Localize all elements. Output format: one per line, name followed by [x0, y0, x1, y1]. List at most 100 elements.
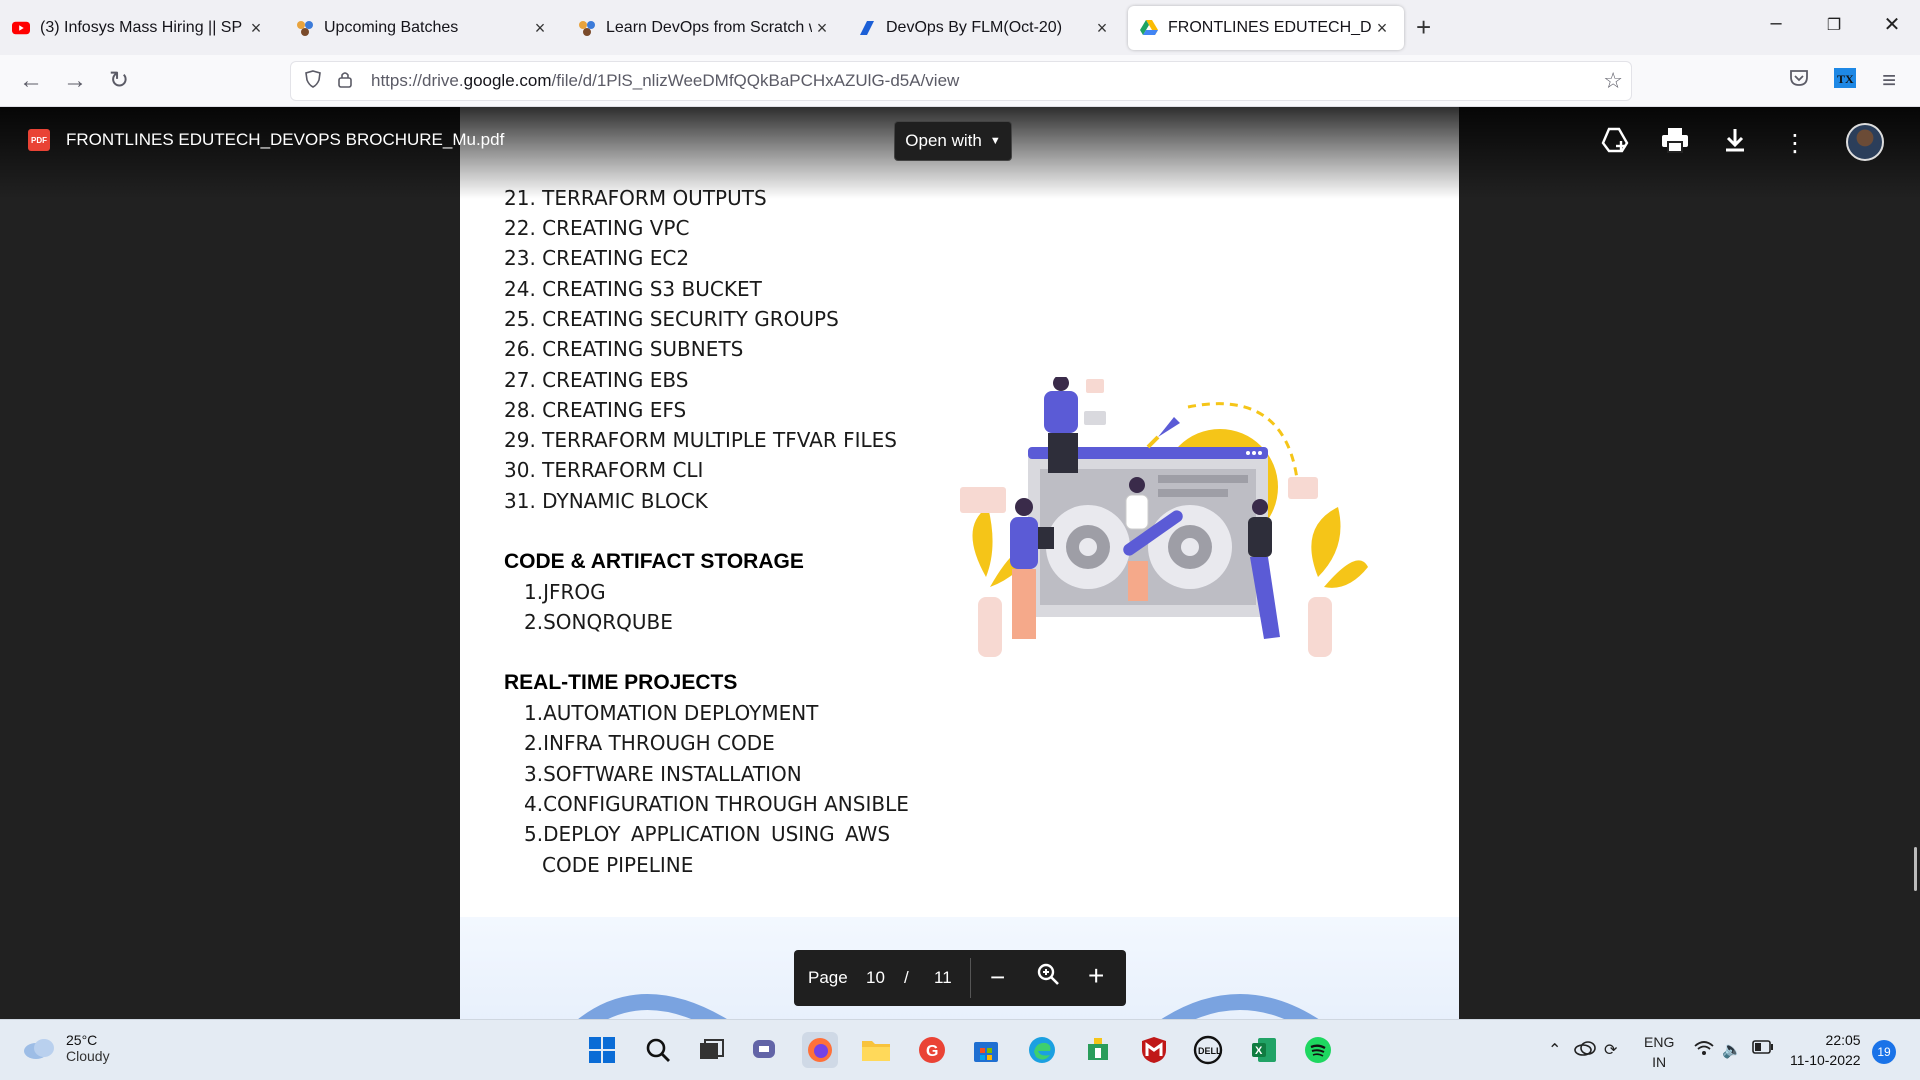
list-item: 30. TERRAFORM CLI: [504, 458, 704, 482]
back-icon[interactable]: ←: [16, 67, 46, 95]
page-label: Page: [808, 968, 848, 987]
divider: [970, 958, 971, 998]
pdf-page: 21. TERRAFORM OUTPUTS 22. CREATING VPC 2…: [460, 107, 1459, 917]
svg-text:X: X: [1255, 1045, 1263, 1057]
time-text: 22:05: [1825, 1032, 1861, 1048]
chevron-up-icon[interactable]: ⌃: [1548, 1040, 1561, 1060]
close-tab-icon[interactable]: ×: [1372, 18, 1392, 39]
taskbar: 25°C Cloudy G DELL X ⌃ ⟳ ENG IN 🔈 22:05 …: [0, 1019, 1920, 1080]
tracking-shield-icon[interactable]: [299, 69, 327, 93]
close-tab-icon[interactable]: ×: [1092, 18, 1112, 39]
edge-icon[interactable]: [1024, 1032, 1060, 1068]
list-item: 28. CREATING EFS: [504, 398, 687, 422]
file-name: FRONTLINES EDUTECH_DEVOPS BROCHURE_Mu.pd…: [66, 130, 505, 149]
tab-title: FRONTLINES EDUTECH_DEVOPS: [1168, 19, 1372, 36]
sync-icon[interactable]: ⟳: [1604, 1040, 1617, 1060]
search-icon[interactable]: [640, 1032, 676, 1068]
pocket-icon[interactable]: [1784, 67, 1814, 95]
minimize-icon[interactable]: –: [1756, 12, 1796, 35]
avatar[interactable]: [1846, 123, 1884, 161]
bookmark-star-icon[interactable]: ☆: [1603, 68, 1623, 94]
region-label: IN: [1652, 1054, 1667, 1070]
zoom-icon[interactable]: [1036, 962, 1060, 991]
teams-chat-icon[interactable]: [748, 1032, 784, 1068]
list-item: 25. CREATING SECURITY GROUPS: [504, 307, 839, 331]
app-icon[interactable]: [1080, 1032, 1116, 1068]
tab-strip: (3) Infosys Mass Hiring || SP & D × Upco…: [0, 0, 1920, 55]
task-view-icon[interactable]: [694, 1032, 730, 1068]
section-heading-storage: CODE & ARTIFACT STORAGE: [504, 550, 804, 573]
add-to-drive-icon[interactable]: [1598, 127, 1632, 161]
page-separator: /: [904, 968, 909, 987]
forward-icon[interactable]: →: [60, 67, 90, 95]
svg-text:TX: TX: [1837, 72, 1854, 86]
list-item: 22. CREATING VPC: [504, 216, 690, 240]
menu-icon[interactable]: ≡: [1874, 67, 1904, 95]
restore-icon[interactable]: ❐: [1814, 15, 1854, 35]
more-options-icon[interactable]: ⋮: [1778, 127, 1812, 161]
tab-upcoming-batches[interactable]: Upcoming Batches ×: [284, 6, 562, 50]
tab-title: Upcoming Batches: [324, 19, 459, 36]
language-indicator[interactable]: ENG IN: [1644, 1032, 1674, 1072]
weather-widget[interactable]: 25°C Cloudy: [22, 1032, 110, 1064]
lock-icon[interactable]: [331, 70, 359, 93]
tab-devops-flm[interactable]: DevOps By FLM(Oct-20) ×: [846, 6, 1124, 50]
tab-title: Learn DevOps from Scratch with: [606, 19, 812, 36]
section-heading-projects: REAL-TIME PROJECTS: [504, 671, 738, 694]
language-label: ENG: [1644, 1034, 1675, 1050]
url-text[interactable]: https://drive.google.com/file/d/1PlS_nli…: [371, 71, 959, 91]
spotify-icon[interactable]: [1300, 1032, 1336, 1068]
onedrive-icon[interactable]: [1574, 1040, 1596, 1061]
list-item: 1.AUTOMATION DEPLOYMENT: [524, 701, 819, 725]
date-text: 11-10-2022: [1790, 1052, 1861, 1068]
list-item: 29. TERRAFORM MULTIPLE TFVAR FILES: [504, 428, 897, 452]
list-item: 2.SONQRQUBE: [524, 610, 673, 634]
site-icon: [858, 19, 876, 37]
temperature: 25°C: [66, 1032, 98, 1048]
svg-text:G: G: [926, 1043, 938, 1060]
tab-frontlines-pdf[interactable]: FRONTLINES EDUTECH_DEVOPS ×: [1128, 6, 1404, 50]
dell-icon[interactable]: DELL: [1190, 1032, 1226, 1068]
list-item: 26. CREATING SUBNETS: [504, 337, 744, 361]
reload-icon[interactable]: ↻: [104, 67, 134, 95]
cloud-icon: [24, 1039, 54, 1059]
zoom-out-icon[interactable]: −: [990, 962, 1005, 993]
file-explorer-icon[interactable]: [858, 1032, 894, 1068]
list-item: 23. CREATING EC2: [504, 246, 690, 270]
print-icon[interactable]: [1658, 127, 1692, 161]
address-bar[interactable]: https://drive.google.com/file/d/1PlS_nli…: [290, 61, 1632, 101]
tab-learn-devops[interactable]: Learn DevOps from Scratch with ×: [566, 6, 844, 50]
volume-icon[interactable]: 🔈: [1722, 1040, 1742, 1060]
svg-text:DELL: DELL: [1198, 1046, 1222, 1056]
clock[interactable]: 22:05 11-10-2022: [1790, 1030, 1861, 1070]
firefox-icon[interactable]: [802, 1032, 838, 1068]
new-tab-icon[interactable]: +: [1416, 12, 1431, 43]
weather-condition: Cloudy: [66, 1048, 110, 1064]
open-with-button[interactable]: Open with ▼: [894, 121, 1012, 161]
close-tab-icon[interactable]: ×: [812, 18, 832, 39]
wifi-icon[interactable]: [1694, 1040, 1714, 1061]
tab-infosys[interactable]: (3) Infosys Mass Hiring || SP & D ×: [0, 6, 278, 50]
close-tab-icon[interactable]: ×: [246, 18, 266, 39]
battery-icon[interactable]: [1752, 1040, 1774, 1059]
gmail-extension-icon[interactable]: G: [914, 1032, 950, 1068]
list-item: 2.INFRA THROUGH CODE: [524, 731, 775, 755]
scrollbar[interactable]: [1914, 847, 1917, 891]
mcafee-icon[interactable]: [1136, 1032, 1172, 1068]
close-window-icon[interactable]: ✕: [1872, 12, 1912, 37]
tab-title: (3) Infosys Mass Hiring || SP & D: [40, 19, 246, 36]
devops-illustration: [960, 377, 1368, 657]
microsoft-store-icon[interactable]: [968, 1032, 1004, 1068]
youtube-icon: [12, 19, 30, 37]
translate-extension-icon[interactable]: TX: [1830, 67, 1860, 95]
zoom-in-icon[interactable]: +: [1088, 960, 1104, 992]
caret-down-icon: ▼: [989, 135, 1001, 147]
excel-icon[interactable]: X: [1246, 1032, 1282, 1068]
close-tab-icon[interactable]: ×: [530, 18, 550, 39]
start-icon[interactable]: [584, 1032, 620, 1068]
current-page-input[interactable]: 10: [866, 968, 885, 988]
download-icon[interactable]: [1718, 127, 1752, 161]
notification-badge[interactable]: 19: [1872, 1040, 1896, 1064]
open-with-label: Open with: [905, 131, 982, 150]
pdf-file-icon: PDF: [28, 129, 50, 151]
